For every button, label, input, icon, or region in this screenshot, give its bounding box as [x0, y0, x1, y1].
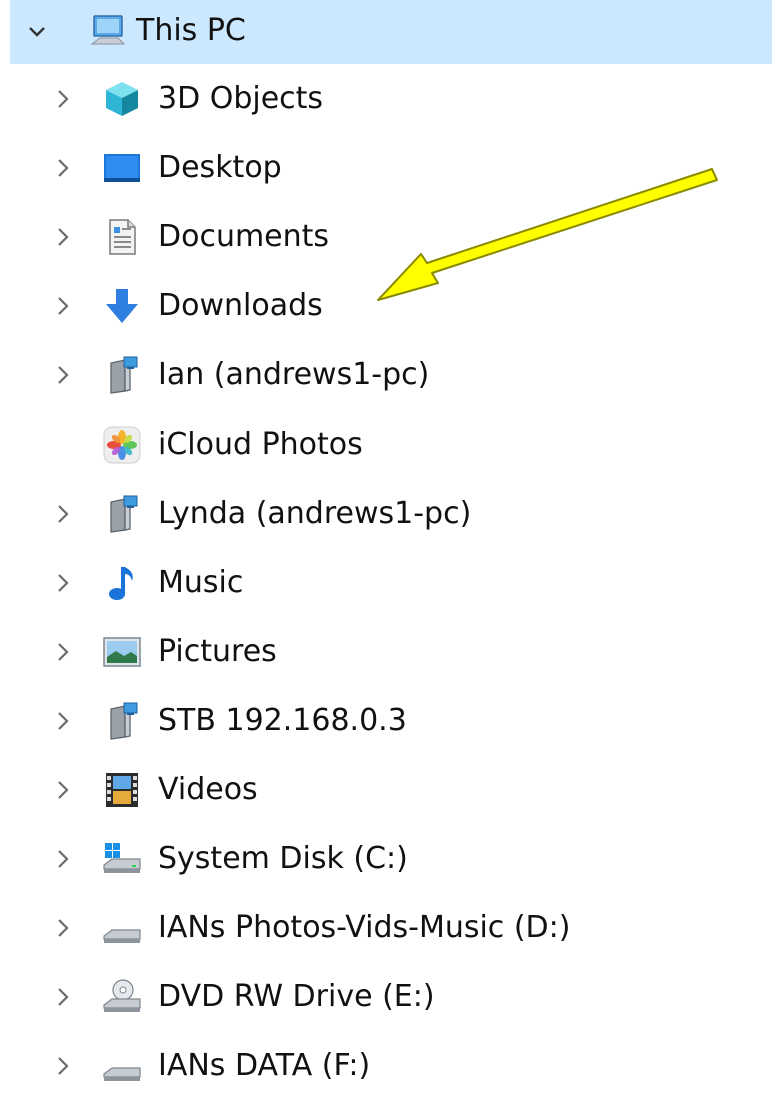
chevron-right-icon[interactable] — [50, 708, 76, 734]
tree-item-label: System Disk (C:) — [158, 841, 408, 876]
desktop-icon — [102, 148, 142, 188]
network-folder-icon — [102, 494, 142, 534]
videos-icon — [102, 770, 142, 810]
tree-item-ians-photos-d[interactable]: IANs Photos-Vids-Music (D:) — [0, 893, 772, 962]
drive-icon — [102, 908, 142, 948]
system-drive-icon — [102, 839, 142, 879]
tree-item-label: Pictures — [158, 634, 277, 669]
chevron-right-icon[interactable] — [50, 1053, 76, 1079]
tree-item-3d-objects[interactable]: 3D Objects — [0, 64, 772, 133]
tree-item-label: iCloud Photos — [158, 427, 363, 462]
chevron-right-icon[interactable] — [50, 293, 76, 319]
tree-item-label: Lynda (andrews1-pc) — [158, 496, 472, 531]
documents-icon — [102, 217, 142, 257]
tree-item-stb[interactable]: STB 192.168.0.3 — [0, 686, 772, 755]
drive-icon — [102, 1046, 142, 1086]
tree-item-label: Documents — [158, 219, 330, 254]
music-icon — [102, 563, 142, 603]
yellow-arrow-icon — [377, 168, 718, 301]
tree-item-label: Desktop — [158, 150, 282, 185]
tree-item-label: Music — [158, 565, 244, 600]
downloads-icon — [102, 286, 142, 326]
chevron-right-icon[interactable] — [50, 155, 76, 181]
tree-item-music[interactable]: Music — [0, 548, 772, 617]
chevron-right-icon[interactable] — [50, 86, 76, 112]
tree-item-ian-andrews1-pc[interactable]: Ian (andrews1-pc) — [0, 340, 772, 409]
tree-item-label: 3D Objects — [158, 81, 324, 116]
chevron-right-icon[interactable] — [50, 846, 76, 872]
tree-item-label: IANs Photos-Vids-Music (D:) — [158, 910, 571, 945]
chevron-right-icon[interactable] — [50, 570, 76, 596]
computer-icon — [88, 10, 128, 50]
network-folder-icon — [102, 701, 142, 741]
tree-item-label: DVD RW Drive (E:) — [158, 979, 435, 1014]
tree-item-label: IANs DATA (F:) — [158, 1048, 371, 1083]
chevron-right-icon[interactable] — [50, 224, 76, 250]
tree-item-label: Ian (andrews1-pc) — [158, 357, 430, 392]
chevron-right-icon[interactable] — [50, 501, 76, 527]
tree-item-pictures[interactable]: Pictures — [0, 617, 772, 686]
dvd-drive-icon — [102, 977, 142, 1017]
tree-item-label: Downloads — [158, 288, 323, 323]
chevron-down-icon[interactable] — [24, 19, 50, 45]
tree-item-lynda-andrews1-pc[interactable]: Lynda (andrews1-pc) — [0, 479, 772, 548]
tree-item-system-disk-c[interactable]: System Disk (C:) — [0, 824, 772, 893]
network-folder-icon — [102, 355, 142, 395]
tree-item-this-pc[interactable]: This PC — [10, 0, 772, 64]
tree-item-videos[interactable]: Videos — [0, 755, 772, 824]
chevron-right-icon[interactable] — [50, 777, 76, 803]
tree-item-icloud-photos[interactable]: iCloud Photos — [0, 410, 772, 479]
pictures-icon — [102, 632, 142, 672]
3d-objects-icon — [102, 79, 142, 119]
tree-item-ians-data-f[interactable]: IANs DATA (F:) — [0, 1031, 772, 1100]
tree-item-label: Videos — [158, 772, 258, 807]
tree-item-label: This PC — [136, 13, 246, 48]
tree-item-dvd-rw-e[interactable]: DVD RW Drive (E:) — [0, 962, 772, 1031]
tree-item-label: STB 192.168.0.3 — [158, 703, 407, 738]
chevron-right-icon[interactable] — [50, 984, 76, 1010]
icloud-photos-icon — [102, 425, 142, 465]
chevron-right-icon[interactable] — [50, 639, 76, 665]
chevron-right-icon[interactable] — [50, 915, 76, 941]
chevron-right-icon[interactable] — [50, 362, 76, 388]
